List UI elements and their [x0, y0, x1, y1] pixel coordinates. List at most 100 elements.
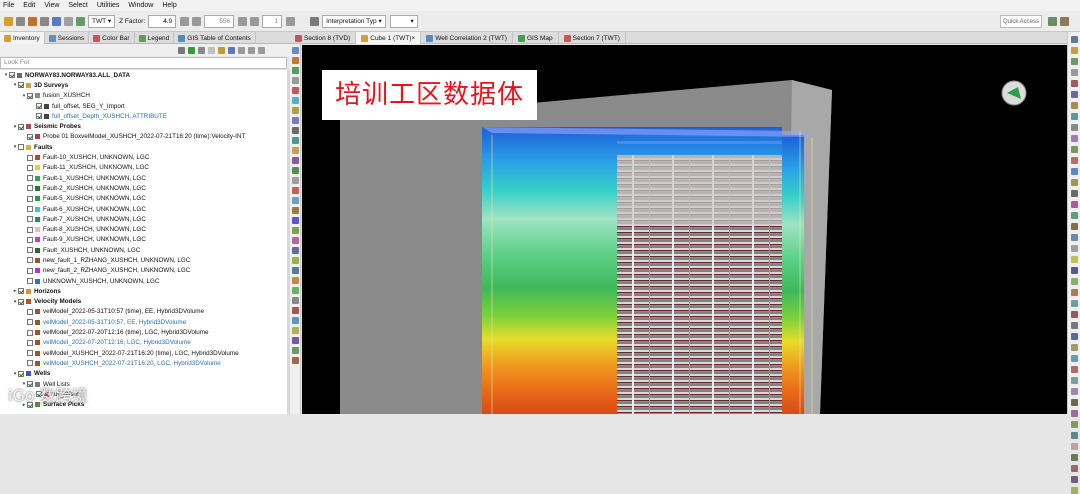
menu-item-select[interactable]: Select — [68, 2, 87, 9]
tool-icon[interactable] — [292, 177, 299, 184]
tree-row[interactable]: Fault-7_XUSHCH, UNKNOWN, LGC — [0, 214, 287, 224]
tree-row[interactable]: Fault-11_XUSHCH, UNKNOWN, LGC — [0, 163, 287, 173]
tree-checkbox[interactable] — [27, 164, 33, 171]
play-icon[interactable] — [238, 16, 248, 26]
quick-access-input[interactable]: Quick Access — [1000, 15, 1042, 28]
tool-icon[interactable] — [1071, 344, 1078, 351]
tool-icon[interactable] — [292, 167, 299, 174]
tool-icon[interactable] — [1071, 355, 1078, 362]
tool-icon[interactable] — [1071, 80, 1078, 87]
tree-checkbox[interactable] — [18, 123, 24, 130]
interpretation-option-select[interactable]: ▾ — [389, 14, 418, 28]
refresh-icon[interactable] — [76, 16, 85, 26]
tree-checkbox[interactable] — [27, 339, 33, 346]
tab-color-bar[interactable]: Color Bar — [89, 32, 135, 44]
tool-icon[interactable] — [1071, 278, 1078, 285]
tree-row[interactable]: ▾ Velocity Models — [0, 297, 287, 307]
tool-icon[interactable] — [1071, 223, 1078, 230]
tool-icon[interactable] — [1071, 432, 1078, 439]
tree-checkbox[interactable] — [27, 247, 33, 254]
tree-checkbox[interactable] — [27, 350, 33, 357]
tree-row[interactable]: ▾ Faults — [0, 142, 287, 152]
tree-checkbox[interactable] — [27, 236, 33, 243]
tree-row[interactable]: Fault-10_XUSHCH, UNKNOWN, LGC — [0, 152, 287, 162]
next-frame-icon[interactable] — [250, 16, 260, 26]
dropdown-icon[interactable] — [198, 46, 205, 54]
tree-checkbox[interactable] — [18, 288, 24, 295]
tool-icon[interactable] — [292, 197, 299, 204]
tool-icon[interactable] — [292, 237, 299, 244]
tool-icon[interactable] — [1071, 102, 1078, 109]
tool-icon[interactable] — [1071, 256, 1078, 263]
tool-icon[interactable] — [292, 127, 299, 134]
view-tab-4[interactable]: Section 7 (TWT) — [559, 32, 626, 44]
tool-icon[interactable] — [1071, 146, 1078, 153]
zfactor-input[interactable]: 4.9 — [148, 14, 177, 28]
tool-icon[interactable] — [292, 347, 299, 354]
menu-item-edit[interactable]: Edit — [23, 2, 35, 9]
domain-select[interactable]: TWT ▾ — [88, 14, 116, 28]
layout-icon[interactable] — [1060, 17, 1069, 26]
interpretation-type-select[interactable]: Interpretation Typ ▾ — [322, 14, 386, 28]
tree-row[interactable]: Fault_XUSHCH, UNKNOWN, LGC — [0, 245, 287, 255]
tool-icon[interactable] — [1071, 377, 1078, 384]
add-icon[interactable] — [188, 46, 195, 54]
view-tab-3[interactable]: GIS Map — [513, 32, 559, 44]
tool-icon[interactable] — [292, 247, 299, 254]
perspective-icon[interactable] — [1048, 17, 1057, 26]
tool-icon[interactable] — [292, 357, 299, 364]
new-icon[interactable] — [4, 16, 13, 26]
tree-row[interactable]: Fault-9_XUSHCH, UNKNOWN, LGC — [0, 235, 287, 245]
tool-icon[interactable] — [292, 217, 299, 224]
tool-icon[interactable] — [292, 47, 299, 54]
tool-icon[interactable] — [292, 67, 299, 74]
view-tab-2[interactable]: Well Correlation 2 (TWT) — [421, 32, 513, 44]
tree-row[interactable]: new_fault_1_RZHANG_XUSHCH, UNKNOWN, LGC — [0, 255, 287, 265]
tree-checkbox[interactable] — [27, 267, 33, 274]
menu-item-file[interactable]: File — [3, 2, 14, 9]
tree-checkbox[interactable] — [27, 216, 33, 223]
menu-item-help[interactable]: Help — [162, 2, 176, 9]
tool-icon[interactable] — [1071, 267, 1078, 274]
tool-icon[interactable] — [292, 137, 299, 144]
tool-icon[interactable] — [1071, 245, 1078, 252]
tree-row[interactable]: new_fault_2_RZHANG_XUSHCH, UNKNOWN, LGC — [0, 266, 287, 276]
tree-row[interactable]: velModel_XUSHCH_2022-07-21T16:20 (time),… — [0, 348, 287, 358]
dropdown-icon[interactable] — [40, 16, 49, 26]
menu-item-utilities[interactable]: Utilities — [97, 2, 120, 9]
tool-icon[interactable] — [1071, 388, 1078, 395]
tree-row[interactable]: Probe 01 BoxvelModel_XUSHCH_2022-07-21T1… — [0, 132, 287, 142]
tool-icon[interactable] — [292, 317, 299, 324]
tool-icon[interactable] — [1071, 135, 1078, 142]
tool-icon[interactable] — [1071, 69, 1078, 76]
tool-icon[interactable] — [1071, 91, 1078, 98]
tool-icon[interactable] — [292, 307, 299, 314]
tree-checkbox[interactable] — [36, 103, 42, 110]
tool-icon[interactable] — [292, 277, 299, 284]
tool-icon[interactable] — [1071, 212, 1078, 219]
frame-input[interactable]: 556 — [204, 14, 235, 28]
tree-row[interactable]: velModel_2022-05-31T10:57 (time), EE, Hy… — [0, 307, 287, 317]
maximize-icon[interactable] — [258, 46, 265, 54]
tree-checkbox[interactable] — [27, 92, 33, 99]
tool-icon[interactable] — [292, 287, 299, 294]
tree-checkbox[interactable] — [27, 329, 33, 336]
tree-checkbox[interactable] — [27, 175, 33, 182]
tree-row[interactable]: ▾ 3D Surveys — [0, 80, 287, 90]
menu-icon[interactable] — [238, 46, 245, 54]
tool-icon[interactable] — [292, 207, 299, 214]
tree-checkbox[interactable] — [18, 82, 24, 89]
tree-row[interactable]: Fault-6_XUSHCH, UNKNOWN, LGC — [0, 204, 287, 214]
tree-checkbox[interactable] — [27, 154, 33, 161]
tree-checkbox[interactable] — [27, 226, 33, 233]
tree-checkbox[interactable] — [27, 360, 33, 367]
tree-checkbox[interactable] — [27, 206, 33, 212]
tool-icon[interactable] — [292, 77, 299, 84]
tool-icon[interactable] — [1071, 454, 1078, 461]
prev-frame-icon[interactable] — [192, 16, 202, 26]
tool-icon[interactable] — [292, 257, 299, 264]
tool-icon[interactable] — [292, 87, 299, 94]
tree-row[interactable]: velModel_XUSHCH_2022-07-21T16:20, LGC, H… — [0, 358, 287, 368]
open-icon[interactable] — [28, 16, 37, 26]
tool-icon[interactable] — [1071, 190, 1078, 197]
